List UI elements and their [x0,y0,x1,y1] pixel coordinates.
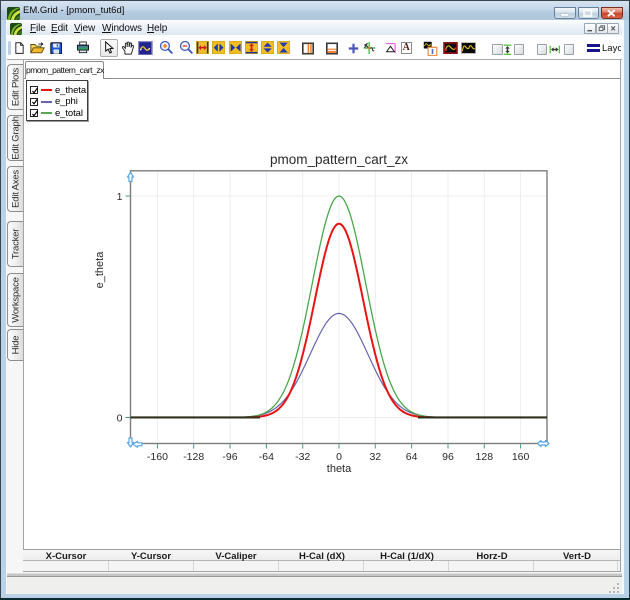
svg-text:64: 64 [406,451,418,463]
svg-text:theta: theta [327,463,352,475]
svg-text:32: 32 [369,451,381,463]
svg-text:-32: -32 [295,451,310,463]
svg-text:-128: -128 [183,451,204,463]
svg-text:1: 1 [117,191,123,203]
svg-text:-160: -160 [147,451,168,463]
svg-text:0: 0 [336,451,342,463]
svg-text:e_theta: e_theta [94,251,106,289]
svg-text:0: 0 [117,413,123,425]
svg-text:-96: -96 [222,451,237,463]
svg-text:pmom_pattern_cart_zx: pmom_pattern_cart_zx [270,152,408,167]
svg-text:96: 96 [442,451,454,463]
svg-text:-64: -64 [259,451,274,463]
svg-text:128: 128 [476,451,494,463]
svg-text:160: 160 [512,451,530,463]
